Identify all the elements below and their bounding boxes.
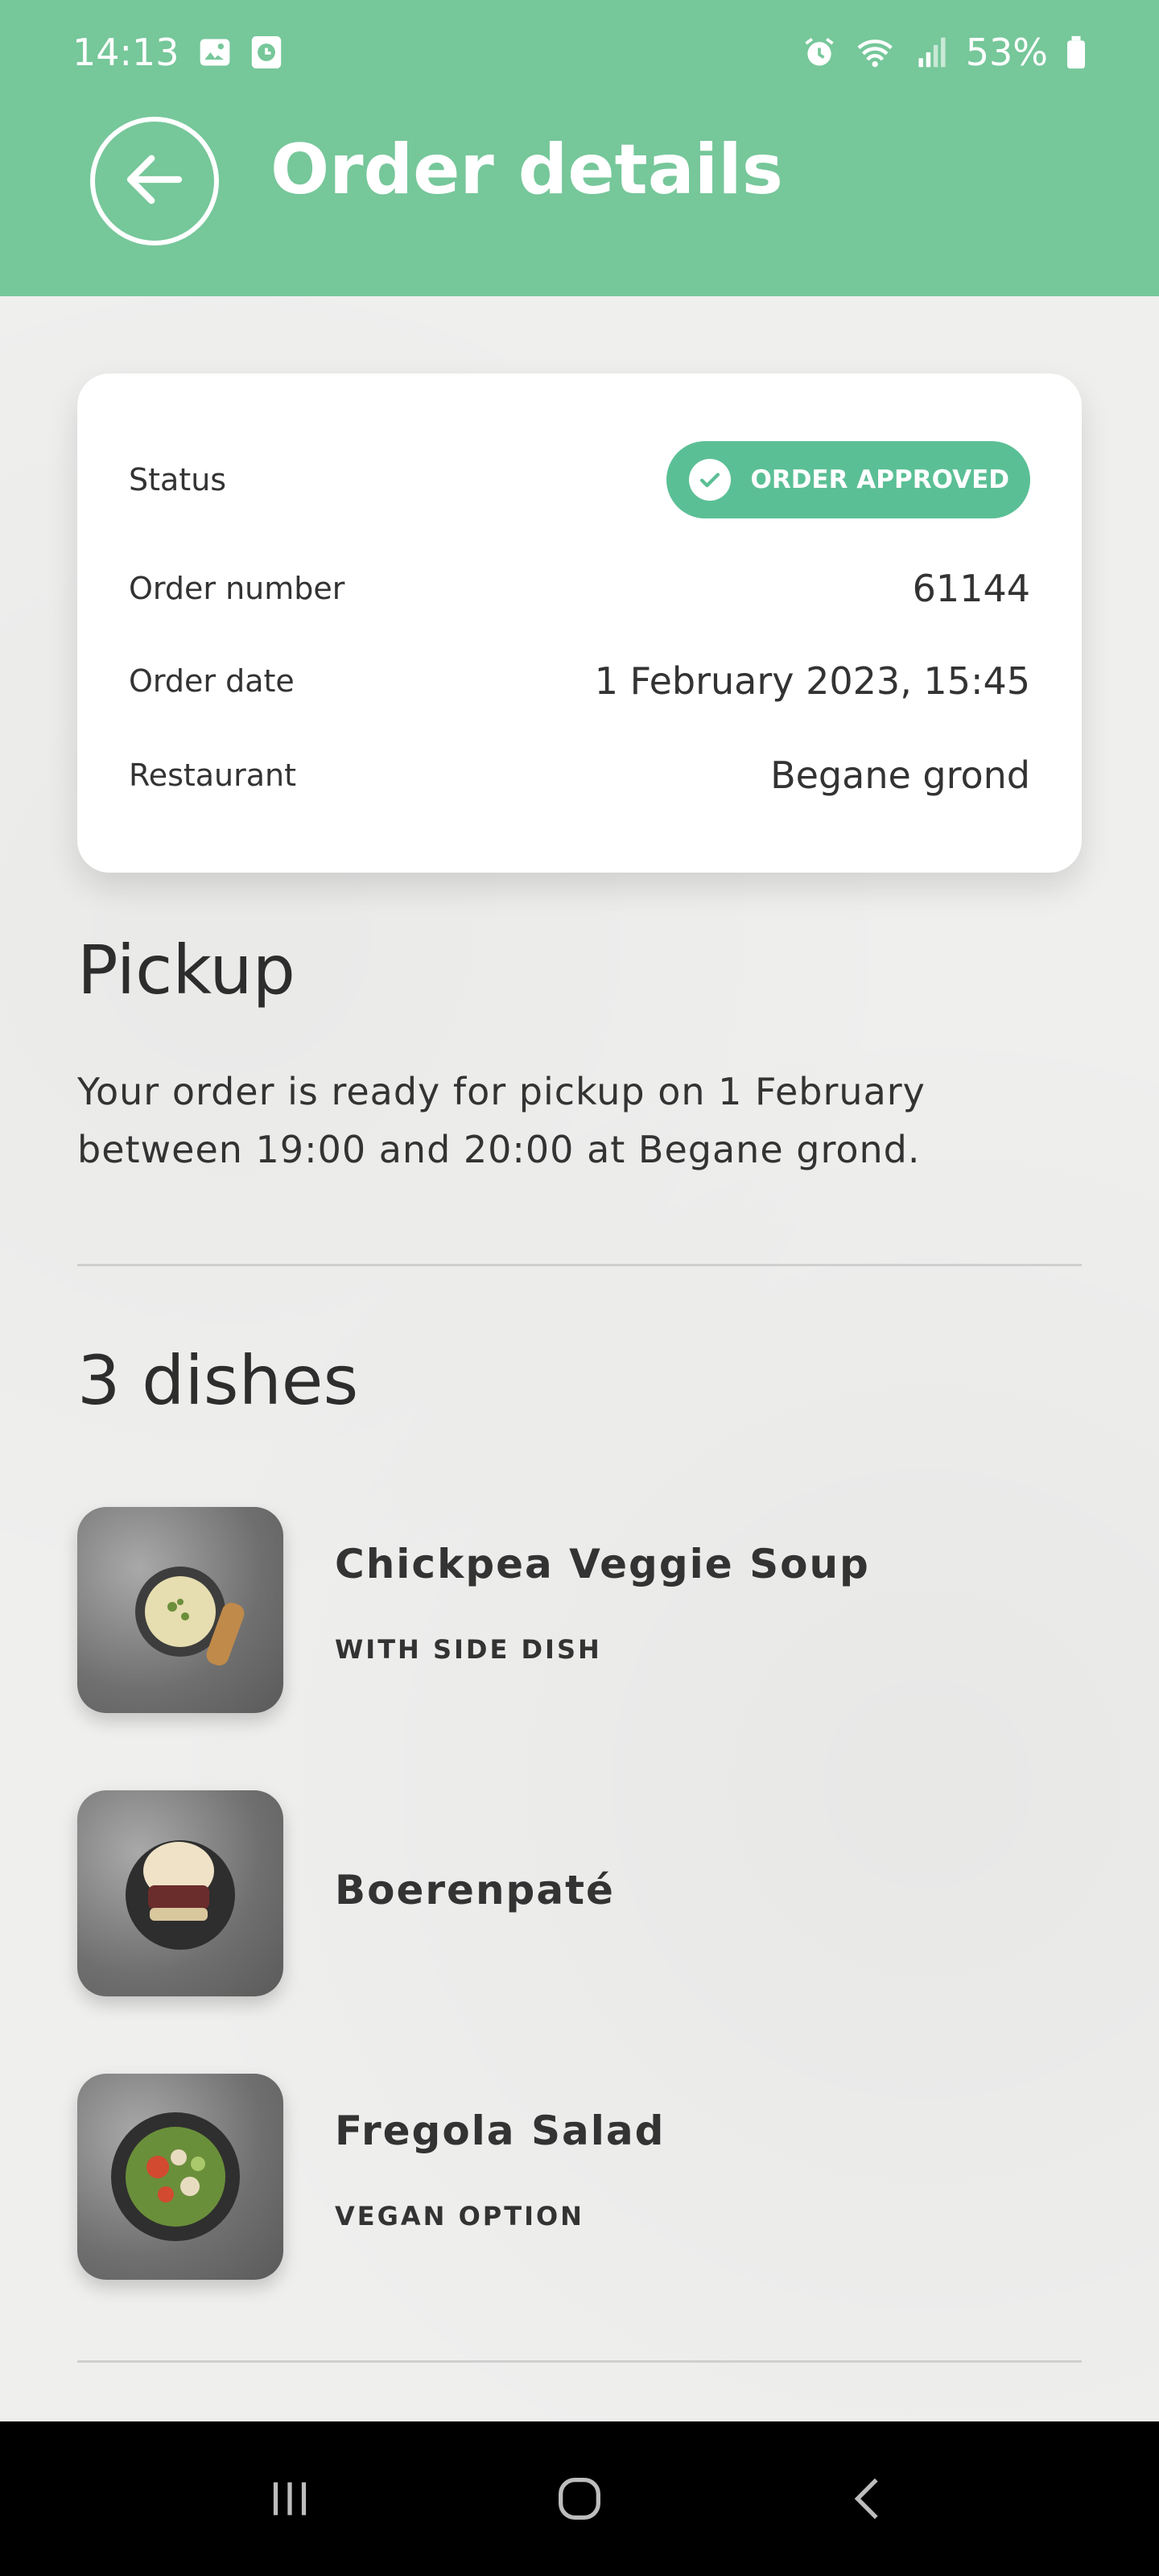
dish-item[interactable]: Chickpea Veggie Soup WITH SIDE DISH: [77, 1507, 1082, 1713]
dish-name: Fregola Salad: [335, 2107, 666, 2154]
image-icon: [197, 35, 233, 70]
order-date-value: 1 February 2023, 15:45: [594, 659, 1030, 703]
order-number-label: Order number: [129, 571, 345, 606]
order-summary-card: Status ORDER APPROVED Order number 61144…: [77, 374, 1082, 873]
dish-image: [77, 2074, 283, 2280]
wifi-icon: [855, 35, 898, 70]
arrow-left-icon: [118, 143, 191, 219]
alarm-icon: [802, 35, 837, 70]
dish-image: [77, 1790, 283, 1996]
dish-option: VEGAN OPTION: [335, 2201, 584, 2231]
pickup-text: Your order is ready for pickup on 1 Febr…: [77, 1070, 926, 1171]
app-header: 14:13 53% Order details: [0, 0, 1159, 296]
signal-icon: [916, 35, 948, 70]
restaurant-row: Restaurant Begane grond: [129, 753, 1030, 797]
dish-item[interactable]: Boerenpaté: [77, 1790, 1082, 1996]
check-icon: [689, 459, 732, 501]
dish-image: [77, 1507, 283, 1713]
system-navigation-bar: [0, 2421, 1159, 2576]
order-number-value: 61144: [912, 567, 1030, 610]
order-date-row: Order date 1 February 2023, 15:45: [129, 659, 1030, 703]
dish-name: Boerenpaté: [335, 1867, 615, 1913]
status-badge-text: ORDER APPROVED: [750, 465, 1009, 494]
restaurant-value: Begane grond: [770, 753, 1030, 797]
battery-percentage: 53%: [965, 31, 1048, 74]
pickup-title: Pickup: [77, 931, 295, 1009]
dish-item[interactable]: Fregola Salad VEGAN OPTION: [77, 2074, 1082, 2280]
restaurant-label: Restaurant: [129, 758, 297, 793]
clock-app-icon: [250, 35, 283, 70]
status-time: 14:13: [72, 31, 179, 74]
status-row: Status ORDER APPROVED: [129, 441, 1030, 518]
back-icon[interactable]: [821, 2450, 918, 2547]
battery-icon: [1066, 35, 1087, 70]
home-icon[interactable]: [531, 2450, 628, 2547]
dish-name: Chickpea Veggie Soup: [335, 1541, 870, 1587]
page-title: Order details: [270, 130, 783, 210]
dish-option: WITH SIDE DISH: [335, 1634, 602, 1665]
order-number-row: Order number 61144: [129, 567, 1030, 610]
dishes-title: 3 dishes: [77, 1341, 359, 1420]
divider: [77, 2360, 1082, 2363]
status-label: Status: [129, 462, 227, 497]
order-date-label: Order date: [129, 663, 295, 699]
back-button[interactable]: [90, 117, 219, 246]
status-bar: 14:13 53%: [72, 24, 1087, 80]
divider: [77, 1264, 1082, 1266]
recent-apps-icon[interactable]: [241, 2450, 338, 2547]
status-badge: ORDER APPROVED: [666, 441, 1030, 518]
